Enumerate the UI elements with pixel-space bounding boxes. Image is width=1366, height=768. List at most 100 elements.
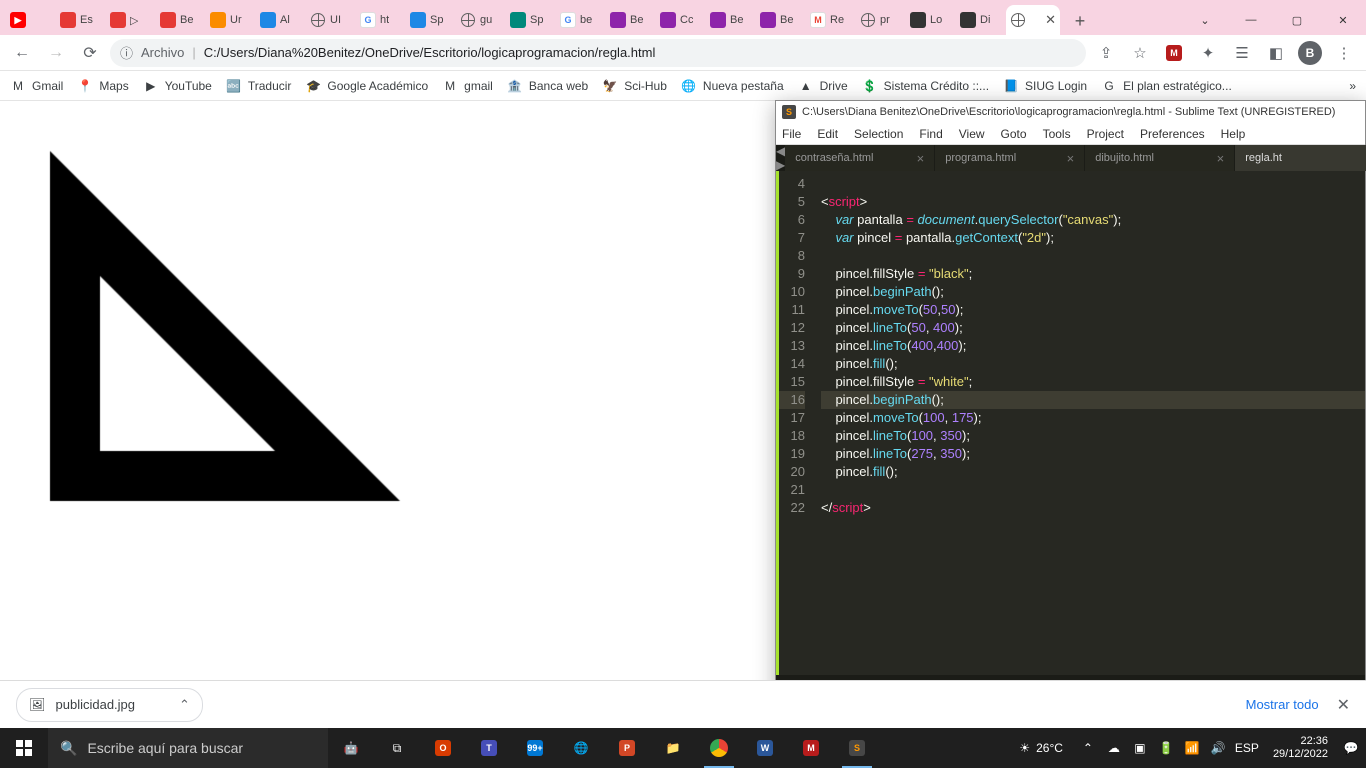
back-button[interactable]: ← xyxy=(8,39,36,67)
reload-button[interactable]: ⟳ xyxy=(76,39,104,67)
bookmark-item[interactable]: 🌐Nueva pestaña xyxy=(681,78,784,94)
taskbar-chrome-icon[interactable] xyxy=(696,728,742,768)
browser-tab[interactable]: Es xyxy=(56,5,106,35)
download-item[interactable]: 🖼 publicidad.jpg ⌃ xyxy=(16,688,203,722)
star-icon[interactable]: ☆ xyxy=(1126,39,1154,67)
browser-tab[interactable]: Gbe xyxy=(556,5,606,35)
browser-tab[interactable]: Be xyxy=(706,5,756,35)
extensions-puzzle-icon[interactable]: ✦ xyxy=(1194,39,1222,67)
window-minimize-button[interactable]: — xyxy=(1228,5,1274,35)
window-close-button[interactable]: ✕ xyxy=(1320,5,1366,35)
browser-tab[interactable]: Sp xyxy=(506,5,556,35)
browser-tab[interactable]: Di xyxy=(956,5,1006,35)
taskbar-sublime-icon[interactable]: S xyxy=(834,728,880,768)
sublime-editor[interactable]: 45678910111213141516171819202122 <script… xyxy=(776,171,1365,675)
tray-battery-icon[interactable]: 🔋 xyxy=(1157,739,1175,757)
taskbar-powerpoint-icon[interactable]: P xyxy=(604,728,650,768)
close-downloads-bar[interactable]: ✕ xyxy=(1337,695,1350,715)
browser-tab[interactable]: Ur xyxy=(206,5,256,35)
new-tab-button[interactable]: + xyxy=(1066,7,1094,35)
browser-tab[interactable]: Be xyxy=(606,5,656,35)
browser-tab[interactable]: Al xyxy=(256,5,306,35)
browser-tab[interactable]: Sp xyxy=(406,5,456,35)
bookmark-item[interactable]: Mgmail xyxy=(442,78,493,94)
sublime-menu-item[interactable]: Goto xyxy=(1001,127,1027,141)
side-panel-icon[interactable]: ◧ xyxy=(1262,39,1290,67)
browser-tab[interactable]: MRe xyxy=(806,5,856,35)
window-chevron-icon[interactable]: ⌄ xyxy=(1182,5,1228,35)
tray-volume-icon[interactable]: 🔊 xyxy=(1209,739,1227,757)
browser-tab[interactable]: ▶ xyxy=(6,5,56,35)
sublime-menu-item[interactable]: Find xyxy=(919,127,942,141)
taskbar-office-icon[interactable]: O xyxy=(420,728,466,768)
tray-onedrive-icon[interactable]: ☁ xyxy=(1105,739,1123,757)
sublime-menu-item[interactable]: Project xyxy=(1087,127,1124,141)
sublime-menu-item[interactable]: Selection xyxy=(854,127,903,141)
taskbar-explorer-icon[interactable]: 📁 xyxy=(650,728,696,768)
forward-button[interactable]: → xyxy=(42,39,70,67)
sublime-menu-item[interactable]: Tools xyxy=(1043,127,1071,141)
taskbar-teams-icon[interactable]: T xyxy=(466,728,512,768)
sublime-tab[interactable]: regla.ht xyxy=(1235,145,1366,171)
tray-chevron-icon[interactable]: ⌃ xyxy=(1079,739,1097,757)
bookmarks-overflow[interactable]: » xyxy=(1349,79,1356,93)
bookmark-item[interactable]: 🏦Banca web xyxy=(507,78,588,94)
taskbar-mail-icon[interactable]: 99+ xyxy=(512,728,558,768)
sublime-tab[interactable]: programa.html× xyxy=(935,145,1085,171)
close-tab-icon[interactable]: × xyxy=(1067,151,1075,166)
bookmark-item[interactable]: ▲Drive xyxy=(798,78,848,94)
browser-tab[interactable]: Cc xyxy=(656,5,706,35)
download-item-menu[interactable]: ⌃ xyxy=(179,697,190,713)
browser-tab[interactable]: ✕ xyxy=(1006,5,1060,35)
taskbar-cortana-icon[interactable]: 🤖 xyxy=(328,728,374,768)
bookmark-item[interactable]: 📘SIUG Login xyxy=(1003,78,1087,94)
browser-tab[interactable]: Ght xyxy=(356,5,406,35)
sublime-titlebar[interactable]: S C:\Users\Diana Benitez\OneDrive\Escrit… xyxy=(776,101,1365,123)
profile-avatar[interactable]: B xyxy=(1296,39,1324,67)
start-button[interactable] xyxy=(0,728,48,768)
sublime-menu-item[interactable]: Preferences xyxy=(1140,127,1205,141)
window-maximize-button[interactable]: ▢ xyxy=(1274,5,1320,35)
sublime-tab[interactable]: dibujito.html× xyxy=(1085,145,1235,171)
browser-tab[interactable]: gu xyxy=(456,5,506,35)
bookmark-item[interactable]: 📍Maps xyxy=(77,78,128,94)
tray-wifi-icon[interactable]: 📶 xyxy=(1183,739,1201,757)
sublime-tab-scroll[interactable]: ◀ ▶ xyxy=(776,145,785,171)
weather-widget[interactable]: ☀26°C xyxy=(1019,741,1063,755)
reading-list-icon[interactable]: ☰ xyxy=(1228,39,1256,67)
browser-tab[interactable]: Be xyxy=(156,5,206,35)
browser-tab[interactable]: UI xyxy=(306,5,356,35)
bookmark-item[interactable]: ▶YouTube xyxy=(143,78,212,94)
tray-meet-icon[interactable]: ▣ xyxy=(1131,739,1149,757)
sublime-tab[interactable]: contraseña.html× xyxy=(785,145,935,171)
browser-tab[interactable]: pr xyxy=(856,5,906,35)
sublime-menu-item[interactable]: Help xyxy=(1221,127,1246,141)
chrome-menu-button[interactable]: ⋮ xyxy=(1330,39,1358,67)
bookmark-item[interactable]: GEl plan estratégico... xyxy=(1101,78,1232,94)
bookmark-item[interactable]: 💲Sistema Crédito ::... xyxy=(862,78,989,94)
sublime-menu-item[interactable]: Edit xyxy=(817,127,838,141)
browser-tab[interactable]: ▷ xyxy=(106,5,156,35)
taskbar-mendeley-icon[interactable]: M xyxy=(788,728,834,768)
tray-clock[interactable]: 22:36 29/12/2022 xyxy=(1273,735,1328,761)
bookmark-item[interactable]: 🦅Sci-Hub xyxy=(602,78,667,94)
taskbar-word-icon[interactable]: W xyxy=(742,728,788,768)
bookmark-item[interactable]: 🎓Google Académico xyxy=(305,78,428,94)
sublime-menu-item[interactable]: View xyxy=(959,127,985,141)
taskbar-edge-icon[interactable]: 🌐 xyxy=(558,728,604,768)
close-tab-icon[interactable]: ✕ xyxy=(1045,12,1056,28)
browser-tab[interactable]: Be xyxy=(756,5,806,35)
code-area[interactable]: <script> var pantalla = document.querySe… xyxy=(811,171,1365,675)
address-bar[interactable]: ⓘ Archivo | C:/Users/Diana%20Benitez/One… xyxy=(110,39,1086,67)
taskbar-taskview-icon[interactable]: ⧉ xyxy=(374,728,420,768)
browser-tab[interactable]: Lo xyxy=(906,5,956,35)
taskbar-search[interactable]: 🔍 Escribe aquí para buscar xyxy=(48,728,328,768)
tray-language[interactable]: ESP xyxy=(1235,741,1259,755)
tray-notifications-icon[interactable]: 💬 xyxy=(1342,739,1360,757)
bookmark-item[interactable]: MGmail xyxy=(10,78,63,94)
sublime-menu-item[interactable]: File xyxy=(782,127,801,141)
extension-icon[interactable]: M xyxy=(1160,39,1188,67)
close-tab-icon[interactable]: × xyxy=(917,151,925,166)
close-tab-icon[interactable]: × xyxy=(1217,151,1225,166)
show-all-downloads[interactable]: Mostrar todo xyxy=(1246,697,1319,712)
